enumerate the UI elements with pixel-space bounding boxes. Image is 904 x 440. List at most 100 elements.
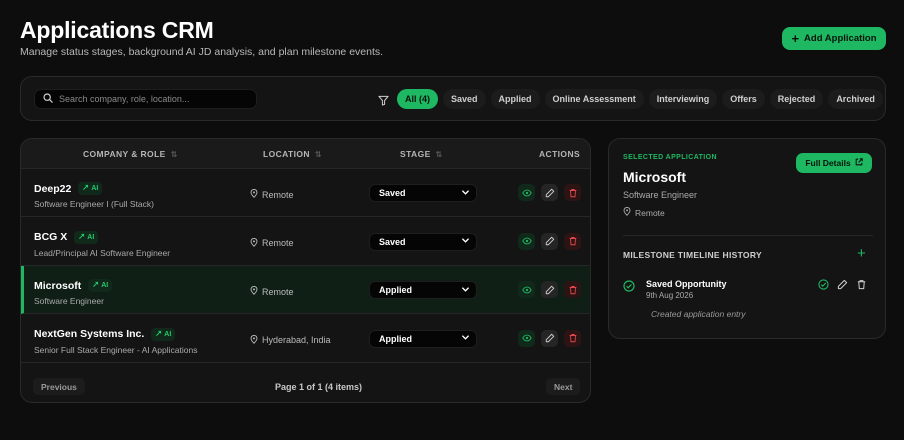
filter-chip[interactable]: Rejected	[769, 89, 824, 109]
add-application-button[interactable]: + Add Application	[782, 27, 886, 50]
delete-icon[interactable]	[564, 184, 581, 201]
milestone-date: 9th Aug 2026	[646, 291, 694, 300]
milestone-note: Created application entry	[651, 309, 746, 319]
map-pin-icon	[623, 207, 631, 218]
sort-icon: ⇅	[170, 149, 178, 159]
row-actions	[518, 232, 581, 250]
table-header: COMPANY & ROLE ⇅ LOCATION ⇅ STAGE ⇅ ACTIONS	[21, 139, 590, 169]
table-row[interactable]: BCG X AI Lead/Principal AI Software Engine…	[21, 218, 590, 266]
row-location: Hyderabad, India	[250, 334, 331, 346]
sort-icon: ⇅	[314, 149, 323, 159]
page-subtitle: Manage status stages, background AI JD a…	[20, 46, 384, 58]
detail-role: Software Engineer	[623, 190, 698, 200]
row-company: NextGen Systems Inc. AI	[34, 327, 176, 341]
full-details-button[interactable]: Full Details	[796, 153, 872, 173]
filter-chip[interactable]: Saved	[443, 89, 486, 109]
row-company: BCG X AI	[34, 230, 99, 244]
milestone-item: Saved Opportunity 9th Aug 2026 Created a…	[609, 270, 885, 330]
edit-icon[interactable]	[541, 281, 558, 298]
sparkle-icon	[82, 184, 89, 193]
edit-icon[interactable]	[541, 232, 558, 250]
sparkle-icon	[92, 281, 99, 290]
ai-badge: AI	[78, 182, 103, 195]
selected-application-label: SELECTED APPLICATION	[623, 154, 717, 161]
ai-badge: AI	[151, 327, 176, 341]
table-row[interactable]: NextGen Systems Inc. AI Senior Full Stack …	[21, 315, 590, 363]
view-icon[interactable]	[518, 232, 535, 250]
detail-location: Remote	[623, 207, 665, 218]
sparkle-icon	[155, 330, 162, 339]
map-pin-icon	[250, 334, 258, 346]
chevron-down-icon	[461, 236, 470, 247]
plus-icon: +	[791, 30, 800, 46]
row-role: Senior Full Stack Engineer - AI Applicat…	[34, 344, 198, 355]
filter-chip[interactable]: Interviewing	[648, 89, 718, 109]
check-circle-icon	[623, 279, 635, 297]
stage-select[interactable]: Applied	[369, 281, 477, 299]
sort-icon: ⇅	[435, 149, 443, 159]
add-application-label: Add Application	[804, 33, 877, 44]
edit-icon[interactable]	[541, 329, 558, 347]
view-icon[interactable]	[518, 329, 535, 347]
column-stage[interactable]: STAGE ⇅	[400, 149, 443, 159]
selected-application-panel: SELECTED APPLICATION Full Details Micros…	[608, 138, 886, 339]
edit-milestone-icon[interactable]	[837, 279, 848, 290]
milestone-timeline-title: MILESTONE TIMELINE HISTORY	[623, 250, 762, 260]
filter-chip[interactable]: Offers	[722, 89, 765, 109]
delete-icon[interactable]	[564, 232, 581, 250]
search-input[interactable]	[59, 94, 249, 104]
table-row[interactable]: Microsoft AI Software Engineer Remote Applie…	[21, 266, 590, 314]
row-role: Lead/Principal AI Software Engineer	[34, 247, 171, 258]
add-milestone-icon[interactable]: +	[857, 246, 866, 261]
filter-chip[interactable]: Applied	[490, 89, 540, 109]
next-page-button[interactable]: Next	[546, 378, 581, 395]
previous-page-button[interactable]: Previous	[33, 378, 85, 395]
filter-chip[interactable]: Online Assessment	[544, 89, 644, 109]
stage-filter-chips: All (4) Saved Applied Online Assessment Inte…	[397, 89, 883, 109]
ai-badge: AI	[74, 230, 99, 244]
edit-icon[interactable]	[541, 184, 558, 201]
column-location[interactable]: LOCATION ⇅	[263, 149, 322, 159]
filter-chip[interactable]: Archived	[828, 89, 883, 109]
applications-table: COMPANY & ROLE ⇅ LOCATION ⇅ STAGE ⇅ ACTIONS…	[20, 138, 591, 403]
divider	[623, 235, 873, 236]
filter-icon[interactable]	[378, 93, 389, 111]
chevron-down-icon	[461, 333, 470, 344]
chevron-down-icon	[461, 285, 470, 296]
delete-icon[interactable]	[564, 329, 581, 347]
row-role: Software Engineer	[34, 296, 104, 306]
row-company: Deep22 AI	[34, 182, 103, 195]
row-role: Software Engineer I (Full Stack)	[34, 199, 154, 209]
map-pin-icon	[250, 237, 258, 249]
stage-select[interactable]: Saved	[369, 232, 477, 251]
delete-icon[interactable]	[564, 281, 581, 298]
search-box[interactable]	[34, 89, 257, 109]
milestone-actions	[818, 279, 867, 290]
page-title: Applications CRM	[20, 17, 214, 43]
map-pin-icon	[250, 189, 258, 200]
stage-select[interactable]: Saved	[369, 184, 477, 202]
delete-milestone-icon[interactable]	[856, 279, 867, 290]
row-actions	[518, 329, 581, 347]
row-actions	[518, 184, 581, 201]
search-icon	[43, 90, 53, 108]
table-row[interactable]: Deep22 AI Software Engineer I (Full Stack)…	[21, 169, 590, 217]
filter-bar: All (4)SavedAppliedOnline AssessmentInte…	[20, 76, 886, 121]
view-icon[interactable]	[518, 184, 535, 201]
complete-milestone-icon[interactable]	[818, 279, 829, 290]
chevron-down-icon	[461, 188, 470, 199]
column-company-role[interactable]: COMPANY & ROLE ⇅	[83, 149, 178, 159]
pagination-info: Page 1 of 1 (4 items)	[275, 382, 363, 392]
stage-select[interactable]: Applied	[369, 329, 477, 348]
ai-badge: AI	[88, 279, 113, 292]
row-location: Remote	[250, 286, 294, 297]
row-actions	[518, 281, 581, 298]
external-link-icon	[855, 158, 863, 168]
milestone-name: Saved Opportunity	[646, 279, 727, 289]
row-company: Microsoft AI	[34, 279, 113, 292]
row-location: Remote	[250, 189, 294, 200]
detail-company: Microsoft	[623, 169, 686, 185]
view-icon[interactable]	[518, 281, 535, 298]
sparkle-icon	[78, 233, 85, 242]
filter-chip[interactable]: All (4)	[397, 89, 439, 109]
